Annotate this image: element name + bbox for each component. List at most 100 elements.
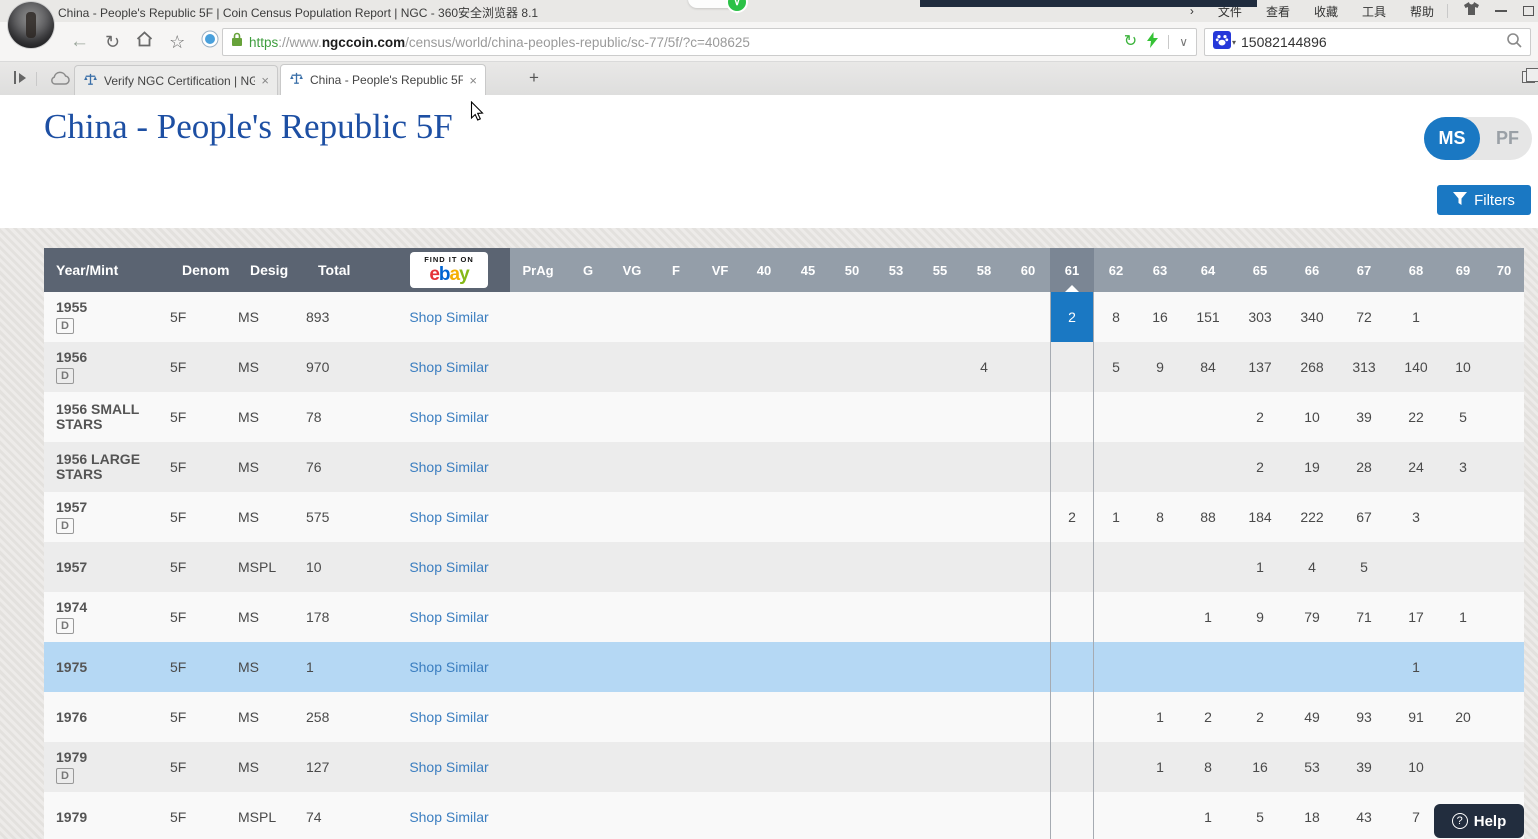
expand-sidebar-icon[interactable]: [14, 71, 26, 84]
grade-column-header-67[interactable]: 67: [1338, 248, 1390, 292]
search-icon[interactable]: [1506, 32, 1522, 53]
column-header-year-mint[interactable]: Year/Mint: [44, 248, 170, 292]
shop-similar-link[interactable]: Shop Similar: [409, 359, 488, 375]
shop-similar-link[interactable]: Shop Similar: [409, 659, 488, 675]
year-mint-cell: 1974D: [44, 592, 170, 642]
menu-view[interactable]: 查看: [1266, 3, 1290, 20]
favorites-star-icon[interactable]: ☆: [169, 33, 185, 51]
address-bar[interactable]: https://www.ngccoin.com/census/world/chi…: [222, 28, 1197, 56]
search-input-value[interactable]: 15082144896: [1241, 34, 1506, 50]
back-icon[interactable]: ←: [70, 32, 89, 51]
grade-column-header-64[interactable]: 64: [1182, 248, 1234, 292]
grade-68-cell: 140: [1390, 342, 1442, 392]
menu-tools[interactable]: 工具: [1362, 3, 1386, 20]
grade-VF-cell: [698, 392, 742, 442]
skin-theme-icon[interactable]: [1464, 2, 1479, 20]
shop-similar-link[interactable]: Shop Similar: [409, 709, 488, 725]
year-label: 1976: [56, 710, 87, 725]
shop-similar-link[interactable]: Shop Similar: [409, 409, 488, 425]
grade-column-header-68[interactable]: 68: [1390, 248, 1442, 292]
grade-63-cell: 1: [1138, 742, 1182, 792]
grade-VG-cell: [610, 392, 654, 442]
column-header-denom[interactable]: Denom: [170, 248, 238, 292]
menu-favorites[interactable]: 收藏: [1314, 3, 1338, 20]
url-text: https://www.ngccoin.com/census/world/chi…: [249, 35, 750, 50]
shop-similar-link[interactable]: Shop Similar: [409, 809, 488, 825]
grade-65-cell: [1234, 642, 1286, 692]
new-tab-button[interactable]: +: [522, 68, 546, 88]
grade-column-header-G[interactable]: G: [566, 248, 610, 292]
grade-VF-cell: [698, 742, 742, 792]
grade-column-header-55[interactable]: 55: [918, 248, 962, 292]
grade-53-cell: [874, 292, 918, 342]
grade-column-header-70[interactable]: 70: [1484, 248, 1524, 292]
grade-column-header-45[interactable]: 45: [786, 248, 830, 292]
grade-column-header-40[interactable]: 40: [742, 248, 786, 292]
shop-similar-link[interactable]: Shop Similar: [409, 509, 488, 525]
browser-mode-icon[interactable]: [201, 30, 219, 53]
grade-column-header-60[interactable]: 60: [1006, 248, 1050, 292]
ebay-badge[interactable]: FIND IT ON ebay: [410, 252, 488, 288]
desig-cell: MS: [238, 492, 306, 542]
minimize-icon[interactable]: [1495, 10, 1507, 12]
search-engine-dropdown-icon[interactable]: ▾: [1232, 38, 1236, 47]
grade-column-header-66[interactable]: 66: [1286, 248, 1338, 292]
tab-close-icon[interactable]: ×: [261, 73, 269, 88]
browser-toolbar: ← ↻ ☆ https://www.ngccoin.com/census/wor…: [0, 22, 1538, 62]
url-dropdown-icon[interactable]: ∨: [1179, 35, 1188, 49]
grade-column-header-50[interactable]: 50: [830, 248, 874, 292]
grade-column-header-65[interactable]: 65: [1234, 248, 1286, 292]
shop-similar-link[interactable]: Shop Similar: [409, 759, 488, 775]
grade-column-header-53[interactable]: 53: [874, 248, 918, 292]
shop-similar-link[interactable]: Shop Similar: [409, 309, 488, 325]
grade-column-header-58[interactable]: 58: [962, 248, 1006, 292]
grade-VG-cell: [610, 442, 654, 492]
grade-column-header-63[interactable]: 63: [1138, 248, 1182, 292]
refresh-icon[interactable]: ↻: [105, 33, 120, 51]
grade-column-header-61[interactable]: 61: [1050, 248, 1094, 292]
grade-68-cell: 24: [1390, 442, 1442, 492]
grade-column-header-F[interactable]: F: [654, 248, 698, 292]
grade-68-cell: 22: [1390, 392, 1442, 442]
menu-help[interactable]: 帮助: [1410, 3, 1434, 20]
speed-mode-icon[interactable]: [1147, 32, 1158, 53]
grade-column-header-PrAg[interactable]: PrAg: [510, 248, 566, 292]
tab-china-peoples-republic[interactable]: China - People's Republic 5F ×: [280, 64, 486, 95]
ms-toggle-button[interactable]: MS: [1424, 117, 1480, 160]
grade-61-cell[interactable]: 2: [1050, 292, 1094, 342]
cloud-sync-icon[interactable]: [50, 71, 70, 90]
grade-column-header-VF[interactable]: VF: [698, 248, 742, 292]
grade-61-cell: [1050, 342, 1094, 392]
maximize-icon[interactable]: [1523, 6, 1534, 16]
tab-close-icon[interactable]: ×: [469, 73, 477, 88]
desig-cell: MS: [238, 742, 306, 792]
column-header-total[interactable]: Total: [306, 248, 388, 292]
grade-column-header-69[interactable]: 69: [1442, 248, 1484, 292]
grade-column-header-62[interactable]: 62: [1094, 248, 1138, 292]
grade-68-cell: [1390, 542, 1442, 592]
shop-similar-link[interactable]: Shop Similar: [409, 459, 488, 475]
grade-60-cell: [1006, 542, 1050, 592]
pf-toggle-button[interactable]: PF: [1496, 117, 1519, 160]
ebay-logo: ebay: [429, 265, 468, 284]
padlock-icon[interactable]: [231, 32, 243, 52]
shop-similar-link[interactable]: Shop Similar: [409, 609, 488, 625]
baidu-paw-icon[interactable]: [1213, 31, 1231, 54]
auto-refresh-icon[interactable]: ↻: [1124, 34, 1137, 50]
column-header-desig[interactable]: Desig: [238, 248, 306, 292]
user-avatar[interactable]: [8, 2, 54, 48]
grade-70-cell: [1484, 292, 1524, 342]
tab-verify-ngc[interactable]: Verify NGC Certification | NG ×: [74, 65, 278, 95]
grade-58-cell: [962, 492, 1006, 542]
help-button[interactable]: ? Help: [1434, 804, 1524, 838]
ebay-cell: Shop Similar: [388, 442, 510, 492]
grade-F-cell: [654, 592, 698, 642]
home-icon[interactable]: [136, 31, 153, 52]
search-box[interactable]: ▾ 15082144896: [1204, 28, 1531, 56]
filters-button[interactable]: Filters: [1437, 185, 1531, 215]
grade-64-cell: 8: [1182, 742, 1234, 792]
grade-PrAg-cell: [510, 542, 566, 592]
grade-column-header-VG[interactable]: VG: [610, 248, 654, 292]
tab-list-icon[interactable]: [1522, 71, 1535, 83]
shop-similar-link[interactable]: Shop Similar: [409, 559, 488, 575]
